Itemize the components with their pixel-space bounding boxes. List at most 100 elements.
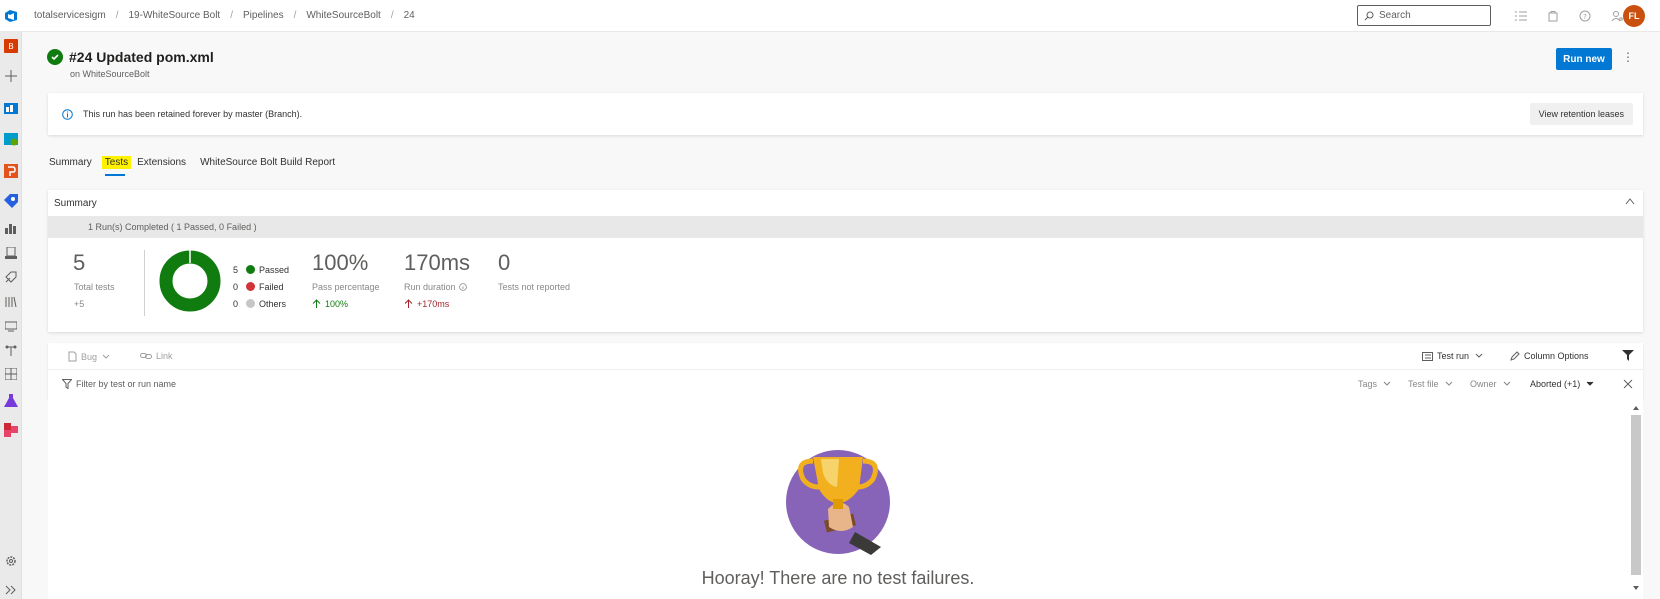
tags-filter[interactable]: Tags: [1358, 379, 1395, 389]
pencil-icon: [1510, 351, 1520, 361]
search-placeholder: Search: [1379, 10, 1411, 21]
view-retention-leases-button[interactable]: View retention leases: [1529, 103, 1633, 125]
total-tests-value: 5: [73, 250, 86, 275]
grouping-icon: [1422, 351, 1433, 361]
repos-icon[interactable]: [4, 164, 18, 178]
run-duration-label: Run duration: [404, 282, 456, 292]
outcome-filter[interactable]: Aborted (+1): [1530, 379, 1598, 389]
owner-filter[interactable]: Owner: [1470, 379, 1515, 389]
scroll-up-arrow-icon[interactable]: [1631, 404, 1641, 412]
scroll-down-arrow-icon[interactable]: [1631, 584, 1641, 592]
breadcrumb-org[interactable]: totalservicesigm: [34, 10, 106, 21]
run-title: #24 Updated pom.xml: [69, 49, 214, 65]
test-plans-icon[interactable]: [4, 246, 18, 260]
success-check-icon: [47, 49, 63, 65]
breadcrumb-separator: /: [230, 10, 233, 21]
chevron-down-icon: [102, 354, 110, 359]
task-groups-icon[interactable]: [4, 343, 18, 357]
breadcrumb-separator: /: [390, 10, 394, 21]
run-new-button[interactable]: Run new: [1556, 48, 1612, 70]
test-stats: 5 Total tests +5 5 Passed 0 Failed 0 Oth…: [48, 238, 1643, 332]
test-file-filter[interactable]: Test file: [1408, 379, 1457, 389]
clear-filters-button[interactable]: [1623, 379, 1637, 389]
passed-dot-icon: [246, 265, 255, 274]
total-tests-delta: +5: [74, 299, 85, 309]
tab-tests[interactable]: Tests: [101, 156, 132, 177]
filter-bar: Filter by test or run name Tags Test fil…: [48, 370, 1643, 400]
not-reported-label: Tests not reported: [498, 282, 571, 292]
deployment-groups-icon[interactable]: [4, 367, 18, 381]
vertical-scrollbar[interactable]: [1630, 402, 1641, 594]
breadcrumb-separator: /: [115, 10, 119, 21]
outcome-legend: 5 Passed 0 Failed 0 Others: [233, 261, 289, 312]
link-label: Link: [156, 351, 173, 361]
filter-toggle-button[interactable]: [1622, 350, 1638, 361]
more-actions-icon[interactable]: ⋮: [1622, 50, 1634, 64]
legend-label: Others: [259, 298, 287, 309]
overview-icon[interactable]: [4, 101, 18, 115]
svg-text:B: B: [8, 42, 14, 51]
tab-extensions[interactable]: Extensions: [137, 157, 186, 177]
environments-icon[interactable]: [4, 319, 18, 333]
empty-state-message: Hooray! There are no test failures.: [701, 568, 975, 588]
boards-icon[interactable]: [4, 132, 18, 146]
column-options-button[interactable]: Column Options: [1510, 351, 1589, 361]
duration-delta-text: +170ms: [417, 299, 450, 309]
analytics-icon[interactable]: [4, 221, 18, 235]
scrollbar-thumb[interactable]: [1631, 415, 1641, 575]
expand-nav-icon[interactable]: [4, 583, 18, 597]
arrow-up-icon: [312, 299, 321, 308]
search-box[interactable]: Search: [1357, 5, 1491, 26]
run-duration-value: 170ms: [404, 250, 471, 275]
summary-title: Summary: [54, 197, 97, 209]
tab-summary[interactable]: Summary: [49, 157, 92, 177]
search-icon: [1364, 11, 1374, 20]
trophy-illustration-icon: [786, 450, 890, 555]
bug-label: Bug: [81, 351, 98, 362]
owner-filter-label: Owner: [1470, 379, 1497, 389]
test-run-label: Test run: [1437, 351, 1470, 361]
banner-text: This run has been retained forever by ma…: [83, 109, 303, 119]
tab-whitesource-report[interactable]: WhiteSource Bolt Build Report: [200, 157, 335, 177]
shopping-bag-icon[interactable]: [1537, 8, 1569, 24]
test-run-grouping[interactable]: Test run: [1422, 351, 1487, 361]
legend-others: 0 Others: [233, 295, 289, 312]
filter-input[interactable]: Filter by test or run name: [62, 379, 176, 389]
summary-header[interactable]: Summary: [48, 190, 1643, 216]
add-icon[interactable]: [4, 69, 18, 83]
link-button[interactable]: Link: [140, 351, 173, 361]
top-bar: totalservicesigm / 19-WhiteSource Bolt /…: [0, 0, 1660, 32]
breadcrumb-run[interactable]: 24: [404, 10, 415, 21]
user-avatar[interactable]: FL: [1623, 5, 1645, 27]
azure-devops-logo-icon[interactable]: [0, 0, 22, 32]
breadcrumb-project[interactable]: 19-WhiteSource Bolt: [128, 10, 220, 21]
info-icon[interactable]: [458, 283, 467, 291]
top-icons: ?: [1505, 8, 1633, 24]
not-reported-value: 0: [498, 250, 511, 275]
legend-count: 0: [233, 298, 239, 309]
help-icon[interactable]: ?: [1569, 8, 1601, 24]
outcome-donut-chart: [159, 250, 221, 312]
pass-percentage-delta: 100%: [312, 299, 348, 309]
outcome-filter-label: Aborted (+1): [1530, 379, 1581, 389]
settings-gear-icon[interactable]: [4, 554, 18, 568]
chevron-up-icon[interactable]: [1625, 197, 1635, 205]
divider: [144, 250, 145, 316]
chevron-down-icon: [1503, 381, 1510, 386]
breadcrumb: totalservicesigm / 19-WhiteSource Bolt /…: [34, 10, 415, 21]
breadcrumb-pipeline[interactable]: WhiteSourceBolt: [306, 10, 380, 21]
pipelines-icon[interactable]: [4, 194, 18, 208]
run-subtitle[interactable]: on WhiteSourceBolt: [70, 69, 150, 79]
pass-percentage-label: Pass percentage: [312, 282, 380, 292]
list-icon[interactable]: [1505, 8, 1537, 24]
releases-icon[interactable]: [4, 270, 18, 284]
breadcrumb-pipelines[interactable]: Pipelines: [243, 10, 284, 21]
left-nav: B: [0, 32, 22, 599]
info-icon: [62, 108, 73, 120]
test-file-filter-label: Test file: [1408, 379, 1439, 389]
project-icon[interactable]: B: [4, 39, 18, 53]
library-icon[interactable]: [4, 295, 18, 309]
artifacts-icon[interactable]: [4, 423, 18, 437]
test-flask-icon[interactable]: [4, 394, 18, 408]
bug-button[interactable]: Bug: [68, 351, 114, 362]
